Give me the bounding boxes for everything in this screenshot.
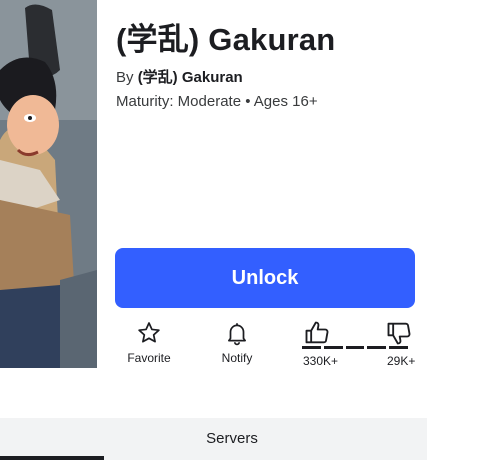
upvote-count: 330K+ — [303, 354, 339, 368]
tab-bar: Servers — [0, 418, 427, 460]
upvote-button[interactable] — [282, 318, 352, 348]
downvote-count: 29K+ — [387, 354, 416, 368]
notify-label: Notify — [221, 351, 253, 365]
favorite-button[interactable]: Favorite — [114, 318, 184, 365]
maturity-rating: Maturity: Moderate • Ages 16+ — [116, 93, 318, 110]
vote-bar-segment — [389, 346, 408, 349]
bell-icon — [224, 318, 250, 348]
unlock-button[interactable]: Unlock — [115, 248, 415, 308]
thumbs-down-icon — [385, 318, 413, 348]
vote-bar-segment — [302, 346, 321, 349]
by-prefix: By — [116, 69, 134, 86]
game-thumbnail — [0, 0, 97, 368]
favorite-label: Favorite — [127, 351, 171, 365]
notify-button[interactable]: Notify — [202, 318, 272, 365]
vote-bar-segment — [345, 346, 365, 349]
tab-active-indicator — [0, 456, 104, 460]
game-title: (学乱) Gakuran — [116, 22, 336, 57]
downvote-button[interactable] — [364, 318, 434, 348]
vote-bar-segment — [323, 346, 343, 349]
creator-byline: By (学乱) Gakuran — [116, 66, 243, 87]
creator-link[interactable]: (学乱) Gakuran — [138, 69, 243, 86]
vote-ratio-bar — [302, 346, 408, 350]
star-icon — [136, 318, 162, 348]
tab-servers[interactable]: Servers — [206, 430, 258, 447]
thumbs-up-icon — [303, 318, 331, 348]
vote-bar-segment — [367, 346, 387, 349]
